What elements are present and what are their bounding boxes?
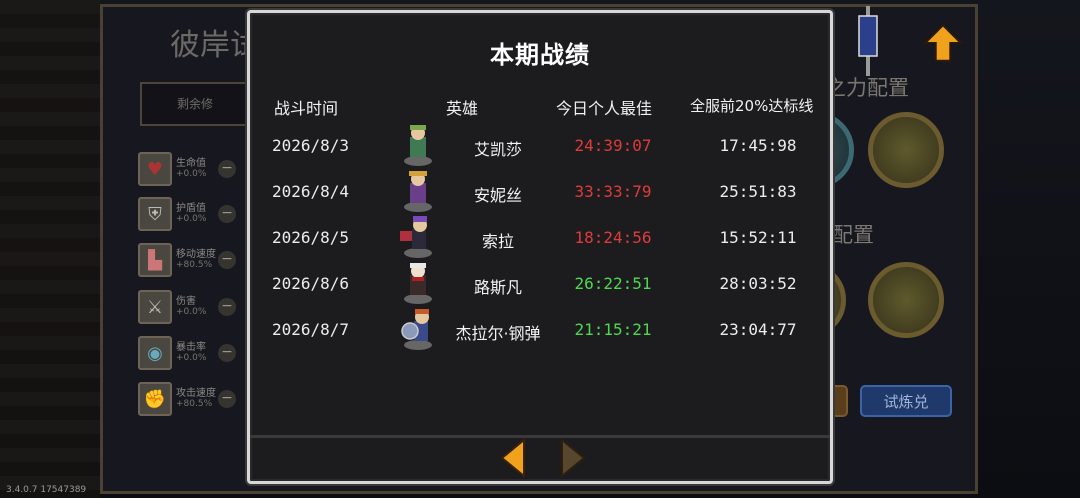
sword-icon: ⚔ (138, 290, 172, 324)
next-page-arrow-icon[interactable] (558, 437, 588, 479)
banner-icon (855, 6, 881, 76)
header-line: 全服前20%达标线 (690, 97, 814, 115)
row-date: 2026/8/3 (272, 136, 350, 155)
stat-name: 暴击率 (176, 342, 206, 353)
heart-icon: ♥ (138, 152, 172, 186)
stat-speed: ▙ 移动速度 +80.5% − (138, 243, 243, 277)
minus-button[interactable]: − (218, 251, 236, 269)
season-record-dialog: 本期战绩 战斗时间 英雄 今日个人最佳 全服前20%达标线 2026/8/3 艾… (247, 10, 833, 484)
table-row: 2026/8/4 安妮丝 33:33:79 25:51:83 (250, 169, 830, 215)
minus-button[interactable]: − (218, 390, 236, 408)
prev-page-arrow-icon[interactable] (498, 437, 528, 479)
stat-name: 生命值 (176, 158, 206, 169)
row-date: 2026/8/4 (272, 182, 350, 201)
eye-icon: ◉ (138, 336, 172, 370)
stat-value: +0.0% (176, 214, 207, 224)
version-label: 3.4.0.7 17547389 (6, 485, 87, 495)
dialog-title: 本期战绩 (490, 41, 590, 69)
stat-crit: ◉ 暴击率 +0.0% − (138, 336, 243, 370)
row-line: 17:45:98 (719, 136, 797, 155)
stat-value: +80.5% (176, 260, 213, 270)
row-date: 2026/8/6 (272, 274, 350, 293)
stat-name: 攻击速度 (176, 388, 216, 399)
row-line: 23:04:77 (719, 320, 797, 339)
up-arrow-icon[interactable] (922, 22, 964, 64)
stat-attack-speed: ✊ 攻击速度 +80.5% − (138, 382, 243, 416)
trial-exchange-button[interactable]: 试炼兑 (860, 385, 952, 417)
minus-button[interactable]: − (218, 160, 236, 178)
skill-medal-2[interactable] (868, 262, 944, 338)
row-best: 21:15:21 (574, 320, 652, 339)
table-row: 2026/8/7 杰拉尔·钢弹 21:15:21 23:04:77 (250, 307, 830, 353)
row-best: 33:33:79 (574, 182, 652, 201)
stat-name: 移动速度 (176, 249, 216, 260)
row-date: 2026/8/5 (272, 228, 350, 247)
dao-medal-2[interactable] (868, 112, 944, 188)
fist-icon: ✊ (138, 382, 172, 416)
minus-button[interactable]: − (218, 205, 236, 223)
row-line: 15:52:11 (719, 228, 797, 247)
stat-hp: ♥ 生命值 +0.0% − (138, 152, 243, 186)
shield-icon: ⛨ (138, 197, 172, 231)
table-row: 2026/8/6 路斯凡 26:22:51 28:03:52 (250, 261, 830, 307)
row-line: 25:51:83 (719, 182, 797, 201)
stat-value: +0.0% (176, 169, 207, 179)
left-decoration (0, 0, 100, 498)
stat-shield: ⛨ 护盾值 +0.0% − (138, 197, 243, 231)
minus-button[interactable]: − (218, 344, 236, 362)
row-best: 18:24:56 (574, 228, 652, 247)
footer-divider (250, 435, 830, 438)
header-hero: 英雄 (446, 99, 479, 118)
minus-button[interactable]: − (218, 298, 236, 316)
table-row: 2026/8/3 艾凯莎 24:39:07 17:45:98 (250, 123, 830, 169)
header-best: 今日个人最佳 (556, 99, 653, 118)
row-best: 26:22:51 (574, 274, 652, 293)
stat-value: +0.0% (176, 307, 207, 317)
stat-damage: ⚔ 伤害 +0.0% − (138, 290, 243, 324)
boot-icon: ▙ (138, 243, 172, 277)
remaining-label: 剩余修 (140, 82, 250, 126)
stat-value: +0.0% (176, 353, 207, 363)
stat-value: +80.5% (176, 399, 213, 409)
row-line: 28:03:52 (719, 274, 797, 293)
row-date: 2026/8/7 (272, 320, 350, 339)
stat-name: 伤害 (176, 296, 196, 307)
header-date: 战斗时间 (274, 99, 339, 118)
table-row: 2026/8/5 索拉 18:24:56 15:52:11 (250, 215, 830, 261)
stat-name: 护盾值 (176, 203, 206, 214)
row-best: 24:39:07 (574, 136, 652, 155)
